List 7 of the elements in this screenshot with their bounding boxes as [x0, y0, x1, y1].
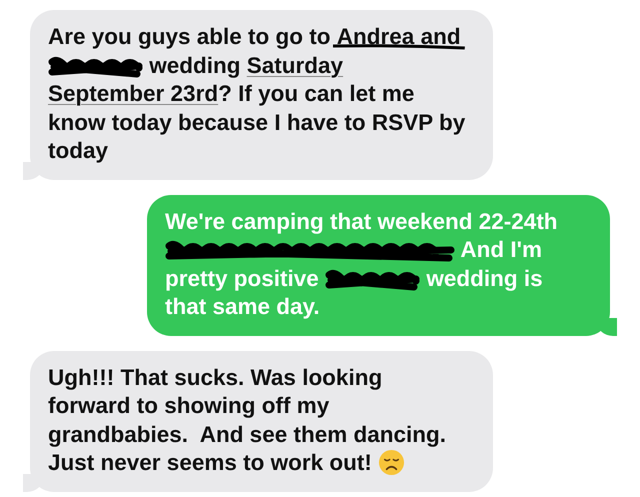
message-text: We're camping that weekend 22-24th And I'm pretty positive wedding is that same day. — [165, 208, 559, 321]
sad-face-emoji-icon — [378, 449, 406, 476]
message-text: Are you guys able to go to Andrea and wedding Saturday September 23rd? If you can let me know today because I have to RSVP by today — [48, 23, 466, 165]
date-link[interactable]: Saturday — [246, 52, 344, 78]
struck-text: Andrea and — [336, 23, 461, 52]
message-text: Ugh!!! That sucks. Was looking forward to showing off my grandbabies. And see them dancing. Just never seems to work out! — [48, 364, 447, 478]
date-link[interactable]: September 23rd — [48, 81, 218, 106]
